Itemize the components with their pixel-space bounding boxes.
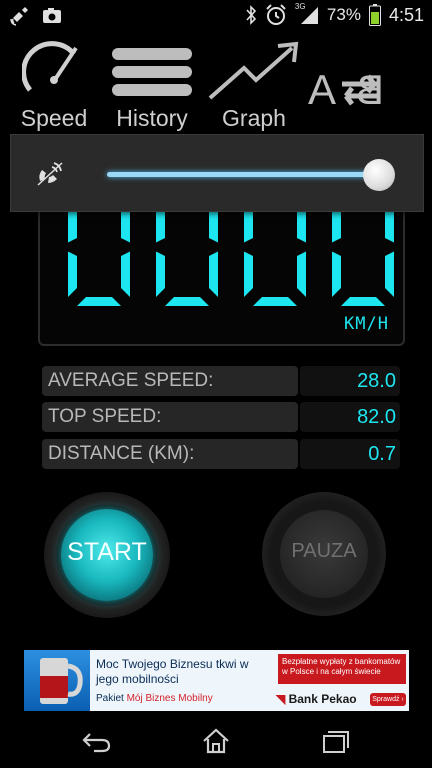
tab-graph-label: Graph [222, 105, 286, 131]
satellite-icon [10, 7, 28, 26]
digit-segment [165, 297, 209, 306]
tab-graph[interactable]: Graph [204, 36, 304, 134]
clock: 4:51 [388, 4, 424, 25]
digit-segment [68, 251, 77, 297]
signal-indicator: 3G [295, 2, 319, 25]
svg-text:B: B [356, 66, 384, 113]
status-right: 3G 73% 4:51 [245, 2, 424, 26]
status-left [10, 6, 62, 26]
digit-segment [156, 251, 165, 297]
stat-value: 0.7 [368, 443, 396, 465]
battery-percent: 73% [326, 5, 361, 24]
tab-speed[interactable]: Speed [14, 36, 94, 134]
back-icon[interactable] [80, 730, 112, 754]
digit-segment [253, 297, 297, 306]
ad-package-name: Mój Biznes Mobilny [126, 693, 213, 704]
recent-apps-icon[interactable] [322, 730, 350, 754]
alarm-icon [266, 4, 286, 25]
stat-row-average-speed: AVERAGE SPEED: 28.0 [42, 366, 400, 396]
home-icon[interactable] [201, 727, 231, 755]
stat-row-top-speed: TOP SPEED: 82.0 [42, 402, 400, 432]
bluetooth-icon [246, 5, 257, 25]
navigation-bar [0, 714, 432, 768]
stat-value: 28.0 [357, 370, 396, 392]
ad-package-prefix: Pakiet [96, 693, 124, 704]
ad-brand: ◥ Bank Pekao [276, 692, 357, 706]
ad-image [24, 650, 90, 711]
stat-row-distance: DISTANCE (KM): 0.7 [42, 439, 400, 469]
digit-segment [209, 251, 218, 297]
signal-icon [300, 7, 318, 24]
volume-slider-thumb[interactable] [363, 159, 395, 191]
stat-label: DISTANCE (KM): [42, 439, 298, 469]
status-bar: 3G 73% 4:51 [0, 0, 432, 32]
svg-text:A: A [308, 66, 336, 113]
ad-package: Pakiet Mój Biznes Mobilny [96, 693, 213, 704]
stat-value: 82.0 [357, 406, 396, 428]
volume-slider-track[interactable] [107, 172, 387, 177]
start-button[interactable]: START [44, 492, 170, 618]
stat-label: AVERAGE SPEED: [42, 366, 298, 396]
digit-segment [341, 297, 385, 306]
ad-cta-button[interactable]: Sprawdź › [370, 693, 406, 706]
digit-segment [385, 251, 394, 297]
ad-brand-name: Bank Pekao [288, 692, 357, 706]
volume-popup [10, 134, 424, 212]
stat-label: TOP SPEED: [42, 402, 298, 432]
tab-history[interactable]: History [108, 36, 196, 134]
digit-segment [77, 297, 121, 306]
digit-segment [297, 251, 306, 297]
speed-unit: KM/H [344, 314, 389, 334]
battery-icon [368, 4, 381, 26]
pause-button-label: PAUZA [291, 540, 357, 562]
digit-segment [332, 251, 341, 297]
ad-promo: Bezpłatne wypłaty z bankomatów w Polsce … [278, 654, 406, 684]
start-button-label: START [67, 538, 147, 566]
tab-history-label: History [116, 105, 188, 131]
pause-button[interactable]: PAUZA [262, 492, 386, 616]
history-lines-icon [112, 48, 192, 96]
pekao-logo-icon: ◥ [276, 692, 286, 706]
ringer-volume-icon[interactable] [35, 159, 65, 189]
ad-headline: Moc Twojego Biznesu tkwi w jego mobilnoś… [96, 657, 249, 686]
a-b-swap-icon: A B [308, 66, 384, 113]
speedometer-icon [22, 41, 78, 92]
tab-a-b[interactable]: A B [306, 36, 416, 134]
tab-speed-label: Speed [20, 105, 88, 131]
mug-icon [40, 658, 83, 704]
digit-segment [244, 251, 253, 297]
digit-segment [121, 251, 130, 297]
ad-banner[interactable]: Moc Twojego Biznesu tkwi w jego mobilnoś… [24, 650, 409, 711]
tab-bar: Speed History Graph A B [0, 36, 432, 134]
graph-line-icon [208, 41, 299, 100]
photo-icon [43, 8, 61, 23]
